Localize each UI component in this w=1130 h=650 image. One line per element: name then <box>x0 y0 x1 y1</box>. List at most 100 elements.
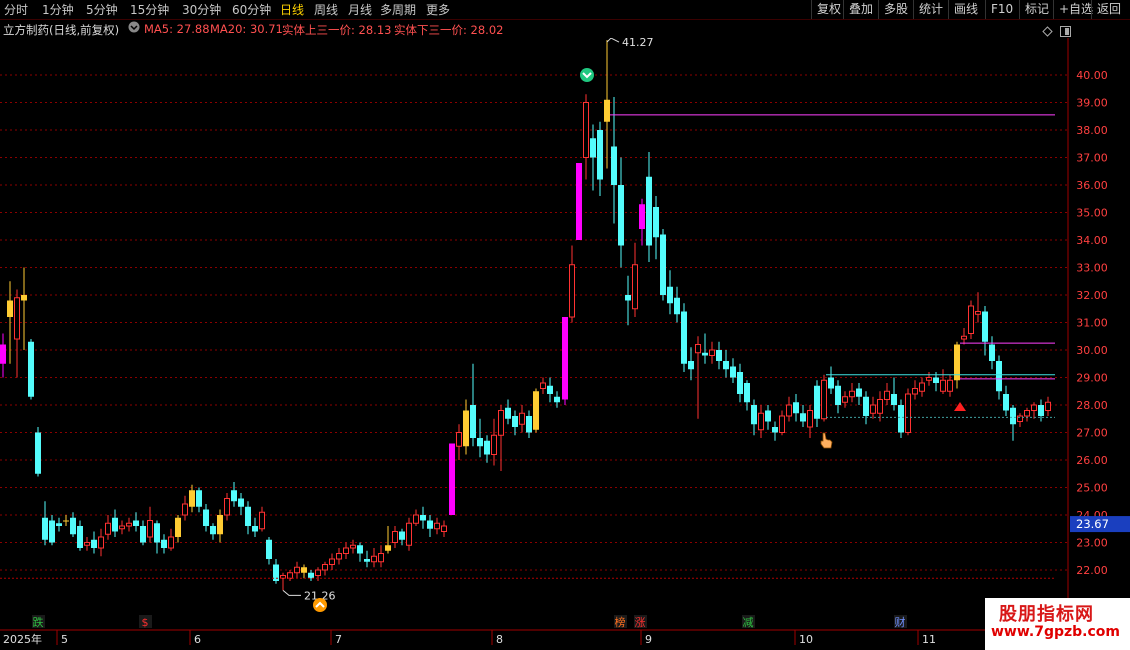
candle-body <box>217 515 223 535</box>
candle-body <box>863 396 869 416</box>
candle-body <box>168 536 174 549</box>
candle-body <box>1010 407 1016 425</box>
candle-body <box>632 264 638 310</box>
tool-button-2[interactable]: 叠加 <box>843 0 878 19</box>
candle-body <box>449 443 455 515</box>
candle-body <box>175 517 181 537</box>
candle-body <box>933 377 939 383</box>
candle-body <box>519 412 525 425</box>
candle-body <box>301 567 307 573</box>
candle-body <box>800 413 806 422</box>
candle-body <box>154 523 160 543</box>
period-tab-2[interactable]: 1分钟 <box>42 1 74 18</box>
candle-body <box>266 539 272 559</box>
hand-cursor-icon <box>820 432 833 449</box>
candle-body <box>385 545 391 551</box>
candle-body <box>245 506 251 526</box>
candle-body <box>329 558 335 565</box>
lower-price-value: 实体下三一价: 28.02 <box>394 23 504 37</box>
period-tab-6[interactable]: 60分钟 <box>232 1 271 18</box>
period-tab-11[interactable]: 更多 <box>426 1 450 18</box>
candle-body <box>350 544 356 549</box>
event-marker-label: 跌 <box>33 615 44 629</box>
price-axis-label: 29.00 <box>1076 372 1108 385</box>
period-tab-4[interactable]: 15分钟 <box>130 1 169 18</box>
candle-body <box>77 526 83 548</box>
event-marker-label: 涨 <box>635 616 646 629</box>
event-marker[interactable]: $ <box>139 615 152 629</box>
period-tab-7[interactable]: 日线 <box>280 1 304 18</box>
candle-body <box>730 366 736 378</box>
price-axis-label: 28.00 <box>1076 399 1108 412</box>
tool-button-1[interactable]: 复权 <box>811 0 846 19</box>
watermark-title: 股朋指标网 <box>999 604 1094 625</box>
high-price-label: 41.27 <box>622 38 654 49</box>
tool-button-3[interactable]: 多股 <box>878 0 913 19</box>
candle-body <box>63 520 69 522</box>
candle-body <box>807 410 813 428</box>
price-axis-label: 34.00 <box>1076 234 1108 247</box>
candle-body <box>1045 401 1051 411</box>
stock-title[interactable]: 立方制药(日线,前复权) <box>3 22 119 38</box>
candle-body <box>898 405 904 433</box>
candle-body <box>252 526 258 532</box>
event-marker[interactable]: 跌 <box>32 615 45 629</box>
candle-body <box>877 399 883 414</box>
chevron-down-icon[interactable] <box>128 21 140 36</box>
period-tab-10[interactable]: 多周期 <box>380 1 416 18</box>
candle-body <box>554 396 560 403</box>
watermark-logo: 股朋指标网 www.7gpzb.com <box>985 598 1130 650</box>
candle-body <box>491 434 497 455</box>
tool-button-4[interactable]: 统计 <box>913 0 948 19</box>
diamond-icon[interactable] <box>1042 22 1053 37</box>
event-marker[interactable]: 财 <box>894 615 907 629</box>
price-axis-label: 33.00 <box>1076 262 1108 275</box>
candle-body <box>1003 394 1009 411</box>
candle-body <box>562 317 568 400</box>
tool-button-9[interactable]: 返回 <box>1091 0 1126 19</box>
candle-body <box>14 297 20 340</box>
candle-body <box>1024 410 1030 417</box>
tool-button-5[interactable]: 画线 <box>948 0 983 19</box>
candle-body <box>646 176 652 246</box>
period-tab-8[interactable]: 周线 <box>314 1 338 18</box>
candle-body <box>975 311 981 315</box>
candle-body <box>667 286 673 304</box>
year-label: 2025年 <box>3 632 42 646</box>
candle-body <box>182 503 188 516</box>
candle-body <box>688 361 694 370</box>
candle-body <box>709 349 715 356</box>
candle-body <box>940 379 946 392</box>
event-marker[interactable]: 减 <box>742 615 755 629</box>
candle-body <box>625 295 631 301</box>
price-axis-label: 27.00 <box>1076 427 1108 440</box>
candle-body <box>49 520 55 543</box>
event-marker[interactable]: 涨 <box>634 615 647 629</box>
period-tab-9[interactable]: 月线 <box>348 1 372 18</box>
price-axis-label: 30.00 <box>1076 344 1108 357</box>
candlestick-chart[interactable]: 41.2721.26跌 $ 榜涨减财 40.0039.0038.0037.0036.… <box>0 38 1130 650</box>
candle-body <box>849 390 855 398</box>
candle-body <box>294 566 300 574</box>
period-tab-3[interactable]: 5分钟 <box>86 1 118 18</box>
candle-body <box>287 572 293 579</box>
period-tab-1[interactable]: 分时 <box>4 1 28 18</box>
candle-body <box>996 361 1002 392</box>
candle-body <box>42 517 48 540</box>
candle-body <box>569 264 575 318</box>
candle-body <box>84 542 90 546</box>
candle-body <box>968 305 974 334</box>
event-marker[interactable]: 榜 <box>614 615 627 629</box>
tool-button-7[interactable]: 标记 <box>1019 0 1054 19</box>
candle-body <box>695 344 701 354</box>
period-tab-5[interactable]: 30分钟 <box>182 1 221 18</box>
hand-shape <box>820 432 833 449</box>
panel-toggle-icon[interactable] <box>1060 22 1071 37</box>
candle-body <box>772 427 778 433</box>
candle-body <box>0 344 6 364</box>
candle-body <box>70 517 76 535</box>
tool-button-6[interactable]: F10 <box>985 0 1018 19</box>
candle-body <box>835 385 841 405</box>
candle-body <box>357 545 363 554</box>
month-label: 9 <box>645 633 652 646</box>
